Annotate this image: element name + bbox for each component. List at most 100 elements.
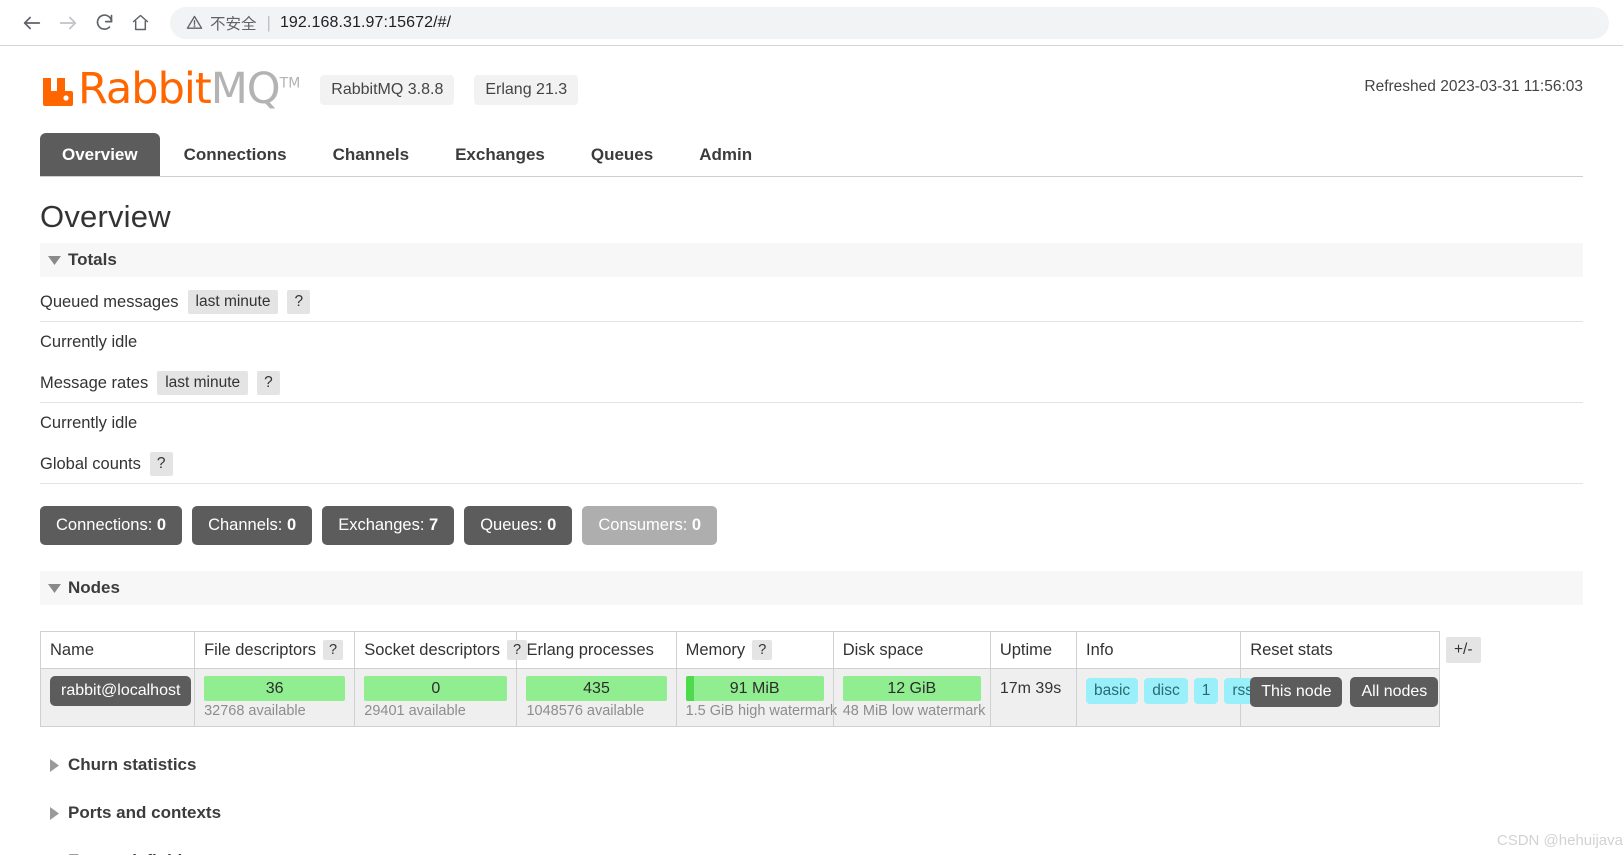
tab-channels[interactable]: Channels xyxy=(311,133,432,176)
file-descriptors-sub: 32768 available xyxy=(204,703,306,719)
home-button[interactable] xyxy=(122,5,158,41)
tab-admin[interactable]: Admin xyxy=(677,133,774,176)
churn-statistics-label: Churn statistics xyxy=(68,755,197,774)
export-definitions-label: Export definitions xyxy=(68,851,213,855)
brand-logo-text: RabbitMQTM xyxy=(78,68,300,111)
page-title: Overview xyxy=(40,199,171,234)
queued-messages-help-icon[interactable]: ? xyxy=(287,290,311,314)
column-label-uptime: Uptime xyxy=(999,640,1053,659)
count-exchanges-button[interactable]: Exchanges: 7 xyxy=(322,506,455,545)
tab-queues[interactable]: Queues xyxy=(569,133,675,176)
totals-label: Totals xyxy=(68,250,117,269)
security-status-label: 不安全 xyxy=(210,15,257,33)
count-exchanges-value: 7 xyxy=(429,516,439,534)
file-descriptors-help-icon[interactable]: ? xyxy=(322,640,344,660)
column-header-disk-space[interactable]: Disk space xyxy=(832,631,991,669)
column-header-reset-stats[interactable]: Reset stats xyxy=(1240,631,1440,669)
nodes-table-wrapper: Name File descriptors? Socket descriptor… xyxy=(39,631,1583,727)
global-counts-label: Global counts xyxy=(40,454,141,473)
count-connections-value: 0 xyxy=(156,516,167,534)
rabbitmq-version-badge: RabbitMQ 3.8.8 xyxy=(320,74,455,105)
global-counts-buttons: Connections: 0 Channels: 0 Exchanges: 7 … xyxy=(40,506,1583,545)
message-rates-period-selector[interactable]: last minute xyxy=(157,371,249,395)
erlang-processes-sub: 1048576 available xyxy=(526,703,645,719)
uptime-value: 17m 39s xyxy=(999,680,1062,697)
rabbitmq-logo-icon xyxy=(40,73,74,107)
column-header-memory[interactable]: Memory? xyxy=(675,631,834,669)
disk-space-value: 12 GiB xyxy=(887,679,937,697)
count-queues-button[interactable]: Queues: 0 xyxy=(464,506,573,545)
reload-button[interactable] xyxy=(86,5,122,41)
count-queues-label: Queues: xyxy=(480,516,543,534)
section-churn-statistics[interactable]: Churn statistics xyxy=(40,755,1583,775)
node-name-badge[interactable]: rabbit@localhost xyxy=(50,676,192,706)
reset-stats-buttons: This node All nodes xyxy=(1250,676,1439,707)
memory-bar-fill xyxy=(685,676,694,701)
chevron-right-icon xyxy=(40,806,68,820)
app-header: RabbitMQTM RabbitMQ 3.8.8 Erlang 21.3 Re… xyxy=(40,46,1583,111)
reset-this-node-button[interactable]: This node xyxy=(1250,677,1343,707)
cell-info: basic disc 1 rss xyxy=(1075,668,1262,727)
address-separator: | xyxy=(266,12,271,32)
column-label-file-descriptors: File descriptors xyxy=(204,641,316,659)
queued-messages-row: Queued messages last minute ? xyxy=(40,281,1583,322)
address-bar[interactable]: 不安全 | 192.168.31.97:15672/#/ xyxy=(170,6,1609,39)
queued-messages-period-selector[interactable]: last minute xyxy=(187,290,279,314)
column-header-socket-descriptors[interactable]: Socket descriptors? xyxy=(354,631,528,669)
count-channels-button[interactable]: Channels: 0 xyxy=(192,506,313,545)
table-row: rabbit@localhost 36 32768 available 0 29… xyxy=(39,668,1440,727)
info-badge-count[interactable]: 1 xyxy=(1193,678,1219,704)
warning-triangle-icon xyxy=(186,14,203,31)
cell-memory: 91 MiB 1.5 GiB high watermark xyxy=(675,668,837,727)
tab-connections[interactable]: Connections xyxy=(162,133,309,176)
erlang-version-badge: Erlang 21.3 xyxy=(474,74,579,105)
message-rates-help-icon[interactable]: ? xyxy=(257,371,280,395)
socket-descriptors-help-icon[interactable]: ? xyxy=(506,640,528,660)
file-descriptors-value: 36 xyxy=(265,679,284,697)
count-channels-label: Channels: xyxy=(208,516,283,534)
erlang-processes-value: 435 xyxy=(583,679,610,697)
cell-reset-stats: This node All nodes xyxy=(1240,668,1440,727)
count-consumers-button[interactable]: Consumers: 0 xyxy=(582,506,718,545)
reload-icon xyxy=(96,14,112,30)
nodes-section-header[interactable]: Nodes xyxy=(40,571,1583,605)
totals-section-header[interactable]: Totals xyxy=(40,243,1583,277)
column-header-uptime[interactable]: Uptime xyxy=(989,631,1078,669)
cell-socket-descriptors: 0 29401 available xyxy=(354,668,518,727)
queued-messages-label: Queued messages xyxy=(40,292,179,311)
cell-uptime: 17m 39s xyxy=(989,668,1078,727)
column-header-info[interactable]: Info xyxy=(1075,631,1242,669)
forward-button[interactable] xyxy=(50,5,86,41)
column-header-name[interactable]: Name xyxy=(39,631,196,669)
memory-bar: 91 MiB xyxy=(685,676,824,701)
message-rates-label: Message rates xyxy=(40,373,149,392)
back-button[interactable] xyxy=(14,5,50,41)
count-connections-button[interactable]: Connections: 0 xyxy=(40,506,183,545)
column-label-info: Info xyxy=(1086,640,1114,659)
info-badge-basic[interactable]: basic xyxy=(1086,678,1139,704)
column-header-file-descriptors[interactable]: File descriptors? xyxy=(194,631,356,669)
file-descriptors-bar: 36 xyxy=(204,676,346,701)
cell-erlang-processes: 435 1048576 available xyxy=(516,668,677,727)
arrow-left-icon xyxy=(23,16,41,29)
message-rates-status: Currently idle xyxy=(40,414,138,432)
column-header-erlang-processes[interactable]: Erlang processes xyxy=(516,631,677,669)
count-exchanges-label: Exchanges: xyxy=(338,516,425,534)
disk-space-sub: 48 MiB low watermark xyxy=(842,703,986,719)
count-connections-label: Connections: xyxy=(56,516,153,534)
column-label-socket-descriptors: Socket descriptors xyxy=(364,641,500,659)
tab-overview[interactable]: Overview xyxy=(40,133,160,176)
toggle-columns-button[interactable]: +/- xyxy=(1446,637,1481,663)
queued-messages-status: Currently idle xyxy=(40,333,138,351)
global-counts-help-icon[interactable]: ? xyxy=(149,452,173,476)
section-export-definitions[interactable]: Export definitions xyxy=(40,851,1583,855)
nodes-label: Nodes xyxy=(68,578,120,597)
reset-all-nodes-button[interactable]: All nodes xyxy=(1350,677,1439,707)
memory-help-icon[interactable]: ? xyxy=(752,640,773,660)
info-badge-disc[interactable]: disc xyxy=(1144,678,1188,704)
tab-exchanges[interactable]: Exchanges xyxy=(433,133,567,176)
column-label-disk-space: Disk space xyxy=(842,640,924,659)
cell-node-name: rabbit@localhost xyxy=(39,668,196,727)
section-ports-and-contexts[interactable]: Ports and contexts xyxy=(40,803,1583,823)
main-navigation-tabs: Overview Connections Channels Exchanges … xyxy=(40,133,1583,177)
